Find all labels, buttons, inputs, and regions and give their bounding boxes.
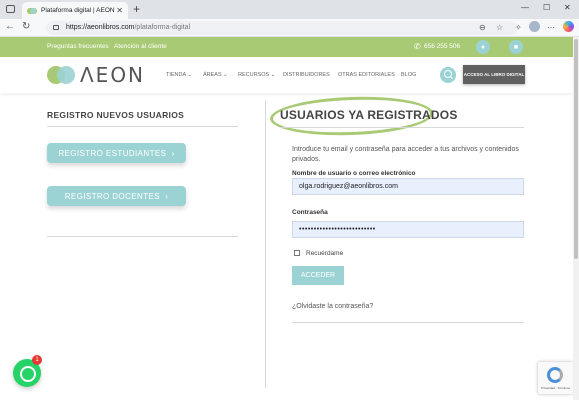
recaptcha-icon: [547, 367, 563, 383]
menu-item-tienda[interactable]: TIENDA ⌄: [166, 72, 192, 78]
logo-teal-circle: [57, 66, 75, 84]
favorite-star-icon[interactable]: ☆: [496, 23, 503, 32]
login-intro-text: Introduce tu email y contraseña para acc…: [292, 146, 519, 163]
menu-item-recursos[interactable]: RECURSOS ⌄: [238, 72, 275, 78]
reader-mode-icon[interactable]: ⊖: [479, 23, 486, 32]
divider: [292, 322, 524, 323]
extensions-icon[interactable]: ✧: [515, 23, 522, 32]
register-teachers-button[interactable]: REGISTRO DOCENTES ›: [47, 186, 186, 206]
back-icon[interactable]: ←: [5, 21, 15, 32]
lock-icon: [53, 25, 59, 30]
menu-label: RECURSOS: [238, 72, 270, 78]
forgot-password-link[interactable]: ¿Olvidaste la contraseña?: [292, 303, 373, 310]
more-menu-icon[interactable]: ⋯: [547, 23, 555, 32]
close-window-icon[interactable]: ✕: [564, 3, 571, 12]
aeon-favicon-icon: [27, 7, 37, 14]
address-bar-row: ← ↻ https://aeonlibros.com/plataforma-di…: [0, 19, 579, 37]
registered-users-title: USUARIOS YA REGISTRADOS: [280, 108, 458, 122]
menu-item-otras-editoriales[interactable]: OTRAS EDITORIALES: [338, 72, 395, 78]
url-domain: https://aeonlibros.com: [66, 24, 135, 31]
page-scrollbar[interactable]: [573, 37, 579, 400]
faq-link[interactable]: Preguntas frecuentes: [47, 43, 109, 50]
maximize-icon[interactable]: ☐: [543, 3, 550, 12]
register-students-label: REGISTRO ESTUDIANTES: [58, 148, 167, 158]
username-input[interactable]: olga.rodriguez@aeonlibros.com: [292, 178, 524, 195]
url-field[interactable]: https://aeonlibros.com/plataforma-digita…: [46, 21, 518, 35]
new-users-title: REGISTRO NUEVOS USUARIOS: [47, 110, 185, 120]
menu-label: TIENDA: [166, 72, 186, 78]
phone-icon: ✆: [414, 42, 421, 51]
menu-item-blog[interactable]: BLOG: [401, 72, 416, 78]
password-label: Contraseña: [292, 209, 328, 216]
new-tab-icon[interactable]: +: [133, 2, 140, 16]
divider: [47, 126, 238, 127]
divider: [280, 127, 524, 128]
refresh-icon[interactable]: ↻: [22, 21, 30, 32]
column-divider: [265, 100, 266, 388]
minimize-icon[interactable]: —: [521, 3, 529, 12]
username-label: Nombre de usuario o correo electrónico: [292, 170, 416, 177]
top-info-bar: Preguntas frecuentes Atención al cliente…: [0, 37, 579, 57]
menu-item-distribuidores[interactable]: DISTRIBUIDORES: [283, 72, 330, 78]
user-account-icon[interactable]: ●: [476, 40, 490, 54]
divider: [47, 236, 238, 237]
menu-item-areas[interactable]: ÁREAS ⌄: [203, 72, 228, 78]
profile-avatar[interactable]: [529, 21, 540, 32]
cart-icon[interactable]: ■: [509, 40, 523, 54]
remember-checkbox[interactable]: [294, 250, 300, 256]
copilot-icon[interactable]: [563, 21, 574, 32]
customer-service-link[interactable]: Atención al cliente: [114, 43, 167, 50]
scrollbar-thumb[interactable]: [574, 39, 578, 259]
tab-title: Plataforma digital | AEON: [41, 7, 115, 14]
close-tab-icon[interactable]: ✕: [116, 6, 123, 15]
phone-number[interactable]: 656 255 506: [424, 43, 460, 50]
register-students-button[interactable]: REGISTRO ESTUDIANTES ›: [47, 143, 186, 163]
remember-label[interactable]: Recuérdame: [306, 250, 343, 257]
digital-book-access-button[interactable]: ACCESO AL LIBRO DIGITAL: [463, 65, 525, 84]
browser-tab[interactable]: Plataforma digital | AEON ✕: [22, 2, 128, 19]
recaptcha-badge[interactable]: Privacidad - Términos: [538, 362, 573, 394]
password-input[interactable]: ••••••••••••••••••••••••••: [292, 221, 524, 238]
tab-actions-icon[interactable]: [6, 5, 15, 13]
notification-badge: 1: [32, 355, 42, 365]
browser-tab-bar: Plataforma digital | AEON ✕ + — ☐ ✕: [0, 0, 579, 19]
register-teachers-label: REGISTRO DOCENTES: [64, 191, 160, 201]
menu-label: ÁREAS: [203, 72, 222, 78]
logo-text[interactable]: ΛEON: [80, 63, 145, 87]
login-submit-button[interactable]: ACCEDER: [292, 266, 344, 285]
search-icon[interactable]: [440, 67, 456, 83]
recaptcha-text: Privacidad - Términos: [540, 386, 571, 390]
url-path: /plataforma-digital: [134, 24, 191, 31]
aeon-logo[interactable]: [47, 66, 75, 84]
